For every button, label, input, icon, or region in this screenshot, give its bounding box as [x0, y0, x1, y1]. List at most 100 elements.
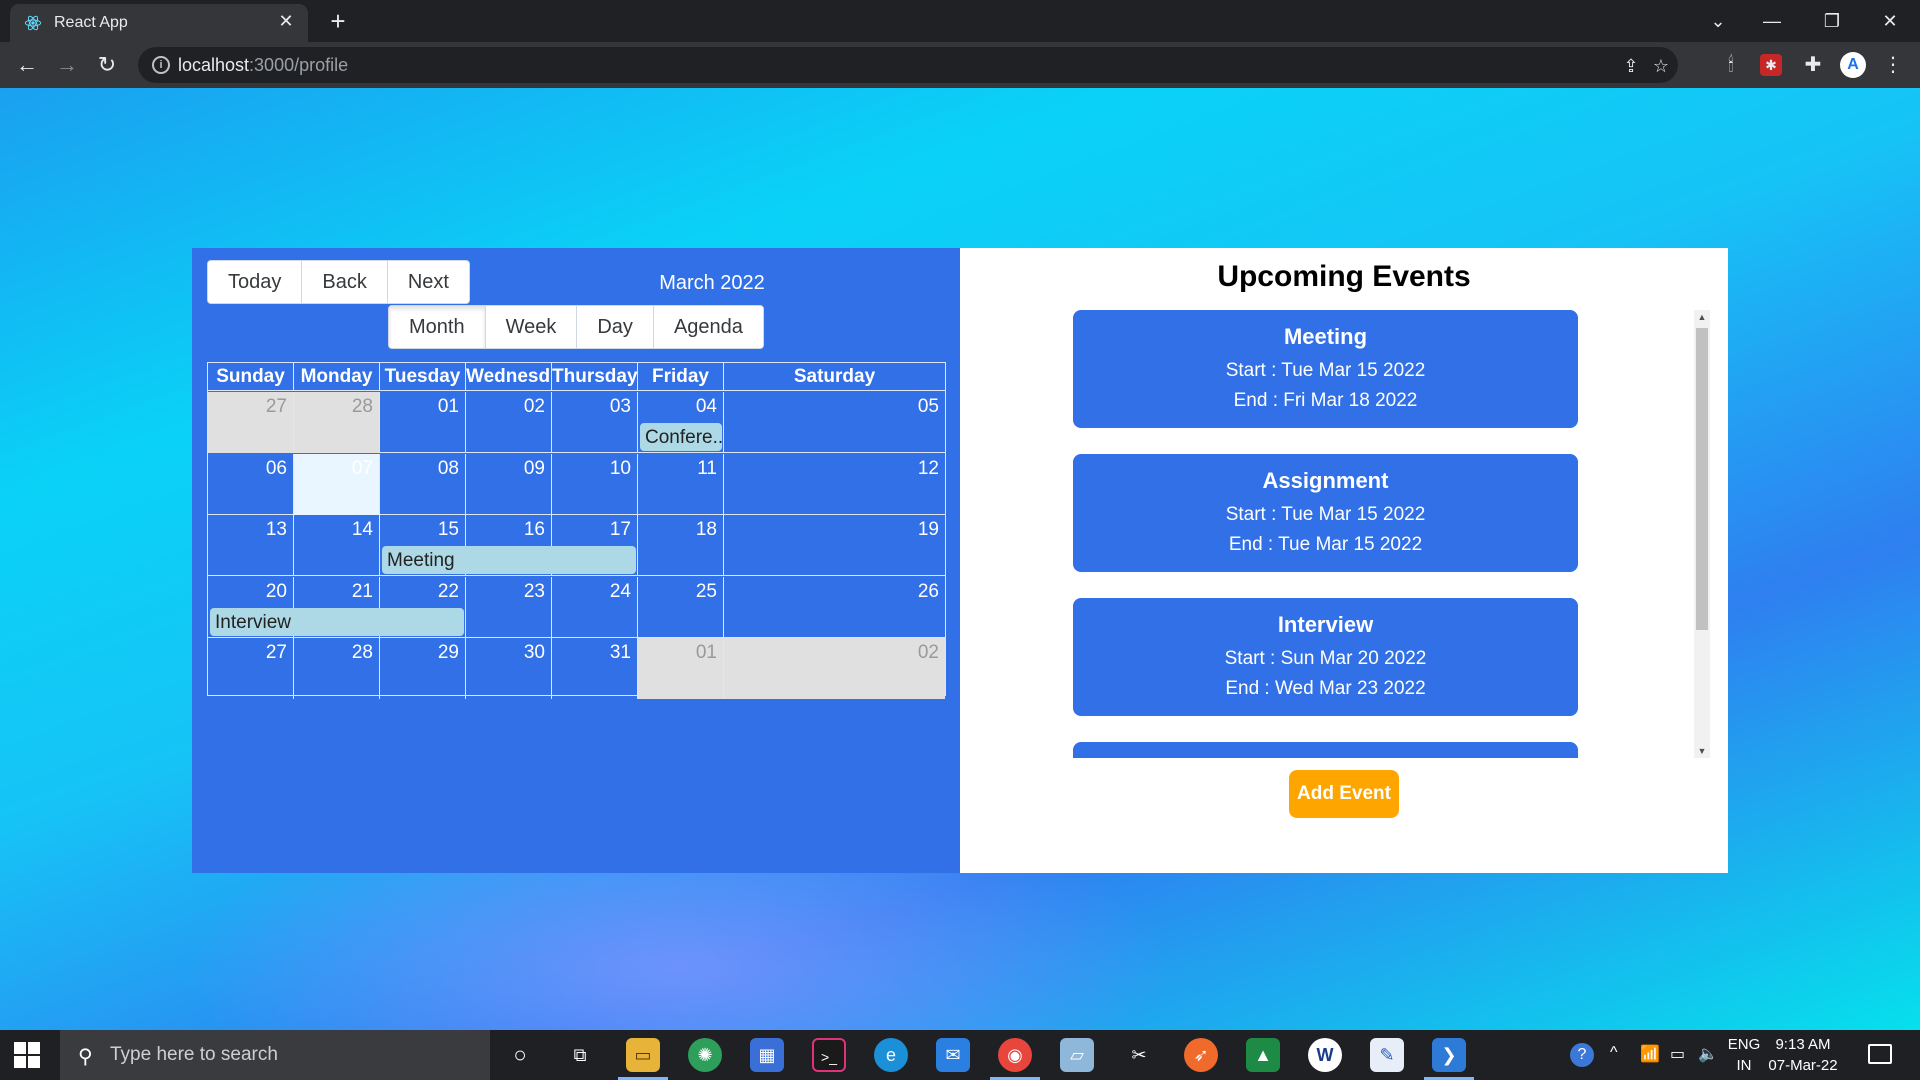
calendar-day-cell[interactable]: 27 — [208, 392, 294, 453]
day-number[interactable]: 10 — [610, 458, 631, 480]
calendar-day-cell[interactable]: 18 — [638, 515, 724, 577]
minimize-icon[interactable]: — — [1752, 6, 1792, 36]
restore-icon[interactable]: ❐ — [1812, 6, 1852, 36]
forward-arrow-icon[interactable]: → — [52, 50, 82, 80]
vscode-icon[interactable]: ❯ — [1424, 1038, 1474, 1080]
day-number[interactable]: 13 — [266, 519, 287, 541]
day-number[interactable]: 05 — [918, 396, 939, 418]
day-number[interactable]: 16 — [524, 519, 545, 541]
day-number[interactable]: 25 — [696, 581, 717, 603]
day-number[interactable]: 19 — [918, 519, 939, 541]
word-app-icon[interactable]: W — [1308, 1038, 1342, 1072]
day-number[interactable]: 27 — [266, 642, 287, 664]
share-icon[interactable]: ⇪ — [1620, 55, 1642, 77]
day-number[interactable]: 07 — [352, 458, 373, 480]
system-clock[interactable]: 9:13 AM 07-Mar-22 — [1762, 1034, 1844, 1076]
battery-icon[interactable]: ▭ — [1670, 1044, 1685, 1064]
calendar-day-cell[interactable]: 12 — [724, 454, 945, 515]
calendar-day-cell[interactable]: 03 — [552, 392, 638, 453]
event-card-interview[interactable]: Interview Start : Sun Mar 20 2022 End : … — [1073, 598, 1578, 716]
help-icon[interactable]: ? — [1570, 1043, 1594, 1067]
calendar-day-cell[interactable]: 11 — [638, 453, 724, 515]
day-number[interactable]: 09 — [524, 458, 545, 480]
wifi-icon[interactable]: 📶 — [1640, 1044, 1660, 1064]
calendar-day-cell[interactable]: 02 — [724, 638, 945, 700]
calendar-day-cell[interactable]: 10 — [552, 453, 638, 515]
event-card-assignment[interactable]: Assignment Start : Tue Mar 15 2022 End :… — [1073, 454, 1578, 572]
day-number[interactable]: 29 — [438, 642, 459, 664]
today-button[interactable]: Today — [208, 261, 303, 303]
calendar-day-cell[interactable]: 13 — [208, 515, 294, 577]
tray-chevron-up-icon[interactable]: ^ — [1610, 1044, 1618, 1062]
next-button[interactable]: Next — [387, 261, 469, 303]
calendar-day-cell-today[interactable]: 07 — [294, 453, 380, 515]
calendar-day-cell[interactable]: 01 — [380, 392, 466, 453]
view-agenda-button[interactable]: Agenda — [653, 306, 763, 348]
extension-icon[interactable]: 🕯 — [1718, 52, 1744, 78]
add-event-button[interactable]: Add Event — [1289, 770, 1399, 818]
day-number[interactable]: 03 — [610, 396, 631, 418]
calendar-event-chip[interactable]: Interview — [210, 607, 464, 636]
day-number[interactable]: 08 — [438, 458, 459, 480]
extension-red-icon[interactable]: ✱ — [1760, 54, 1782, 76]
windows-start-icon[interactable] — [14, 1042, 40, 1068]
postman-icon[interactable]: ➶ — [1184, 1038, 1218, 1072]
calendar-day-cell[interactable]: 06 — [208, 453, 294, 515]
calendar-day-cell[interactable]: 30 — [466, 638, 552, 700]
tools-app-icon[interactable]: ✂ — [1122, 1038, 1156, 1072]
info-icon[interactable]: i — [152, 56, 170, 74]
scroll-up-arrow-icon[interactable]: ▲ — [1694, 310, 1710, 324]
events-scrollbar[interactable]: ▲ ▼ — [1694, 310, 1710, 758]
day-number[interactable]: 26 — [918, 581, 939, 603]
day-number[interactable]: 28 — [352, 642, 373, 664]
cortana-icon[interactable]: ○ — [503, 1038, 537, 1072]
store-icon[interactable]: ▦ — [750, 1038, 784, 1072]
calendar-day-cell[interactable]: 31 — [552, 638, 638, 700]
day-number[interactable]: 31 — [610, 642, 631, 664]
event-card-meeting[interactable]: Meeting Start : Tue Mar 15 2022 End : Fr… — [1073, 310, 1578, 428]
url-text[interactable]: localhost:3000/profile — [178, 55, 348, 76]
day-number[interactable]: 23 — [524, 581, 545, 603]
new-tab-button[interactable]: + — [324, 7, 352, 35]
calendar-day-cell[interactable]: 23 — [466, 576, 552, 638]
view-day-button[interactable]: Day — [577, 306, 654, 348]
document-app-icon[interactable]: ✎ — [1370, 1038, 1404, 1072]
menu-kebab-icon[interactable]: ⋮ — [1880, 52, 1906, 78]
address-bar[interactable]: i localhost:3000/profile ⇪ ☆ — [138, 47, 1678, 83]
day-number[interactable]: 30 — [524, 642, 545, 664]
tab-search-chevron-icon[interactable]: ⌄ — [1698, 6, 1738, 36]
notes-app-icon[interactable]: ▱ — [1060, 1038, 1094, 1072]
calendar-day-cell[interactable]: 29 — [380, 638, 466, 700]
day-number[interactable]: 21 — [352, 581, 373, 603]
edge-icon[interactable]: e — [874, 1038, 908, 1072]
browser-tab[interactable]: React App ✕ — [10, 4, 308, 42]
calendar-day-cell[interactable]: 28 — [294, 392, 380, 453]
event-card-partial[interactable] — [1073, 742, 1578, 758]
day-number[interactable]: 11 — [697, 458, 717, 480]
calendar-day-cell[interactable]: 25 — [638, 576, 724, 638]
scrollbar-thumb[interactable] — [1696, 328, 1708, 630]
calendar-day-cell[interactable]: 28 — [294, 638, 380, 700]
android-studio-icon[interactable]: ▲ — [1246, 1038, 1280, 1072]
day-number[interactable]: 12 — [918, 458, 939, 480]
reload-icon[interactable]: ↻ — [92, 50, 122, 80]
calendar-day-cell[interactable]: 24 — [552, 576, 638, 638]
day-number[interactable]: 20 — [266, 581, 287, 603]
chrome-icon[interactable]: ◉ — [990, 1038, 1040, 1080]
calendar-day-cell[interactable]: 14 — [294, 515, 380, 577]
calendar-day-cell[interactable]: 01 — [638, 638, 724, 700]
view-week-button[interactable]: Week — [485, 306, 578, 348]
tab-close-icon[interactable]: ✕ — [276, 11, 296, 31]
calendar-day-cell[interactable]: 09 — [466, 453, 552, 515]
calendar-day-cell[interactable]: 08 — [380, 453, 466, 515]
day-number[interactable]: 22 — [438, 581, 459, 603]
day-number[interactable]: 01 — [438, 396, 459, 418]
day-number[interactable]: 27 — [266, 396, 287, 418]
calendar-event-chip[interactable]: Confere... — [640, 423, 722, 451]
day-number[interactable]: 15 — [438, 519, 459, 541]
day-number[interactable]: 17 — [610, 519, 631, 541]
day-number[interactable]: 02 — [524, 396, 545, 418]
day-number[interactable]: 04 — [696, 396, 717, 418]
day-number[interactable]: 24 — [610, 581, 631, 603]
upcoming-events-list[interactable]: Meeting Start : Tue Mar 15 2022 End : Fr… — [1073, 310, 1578, 758]
